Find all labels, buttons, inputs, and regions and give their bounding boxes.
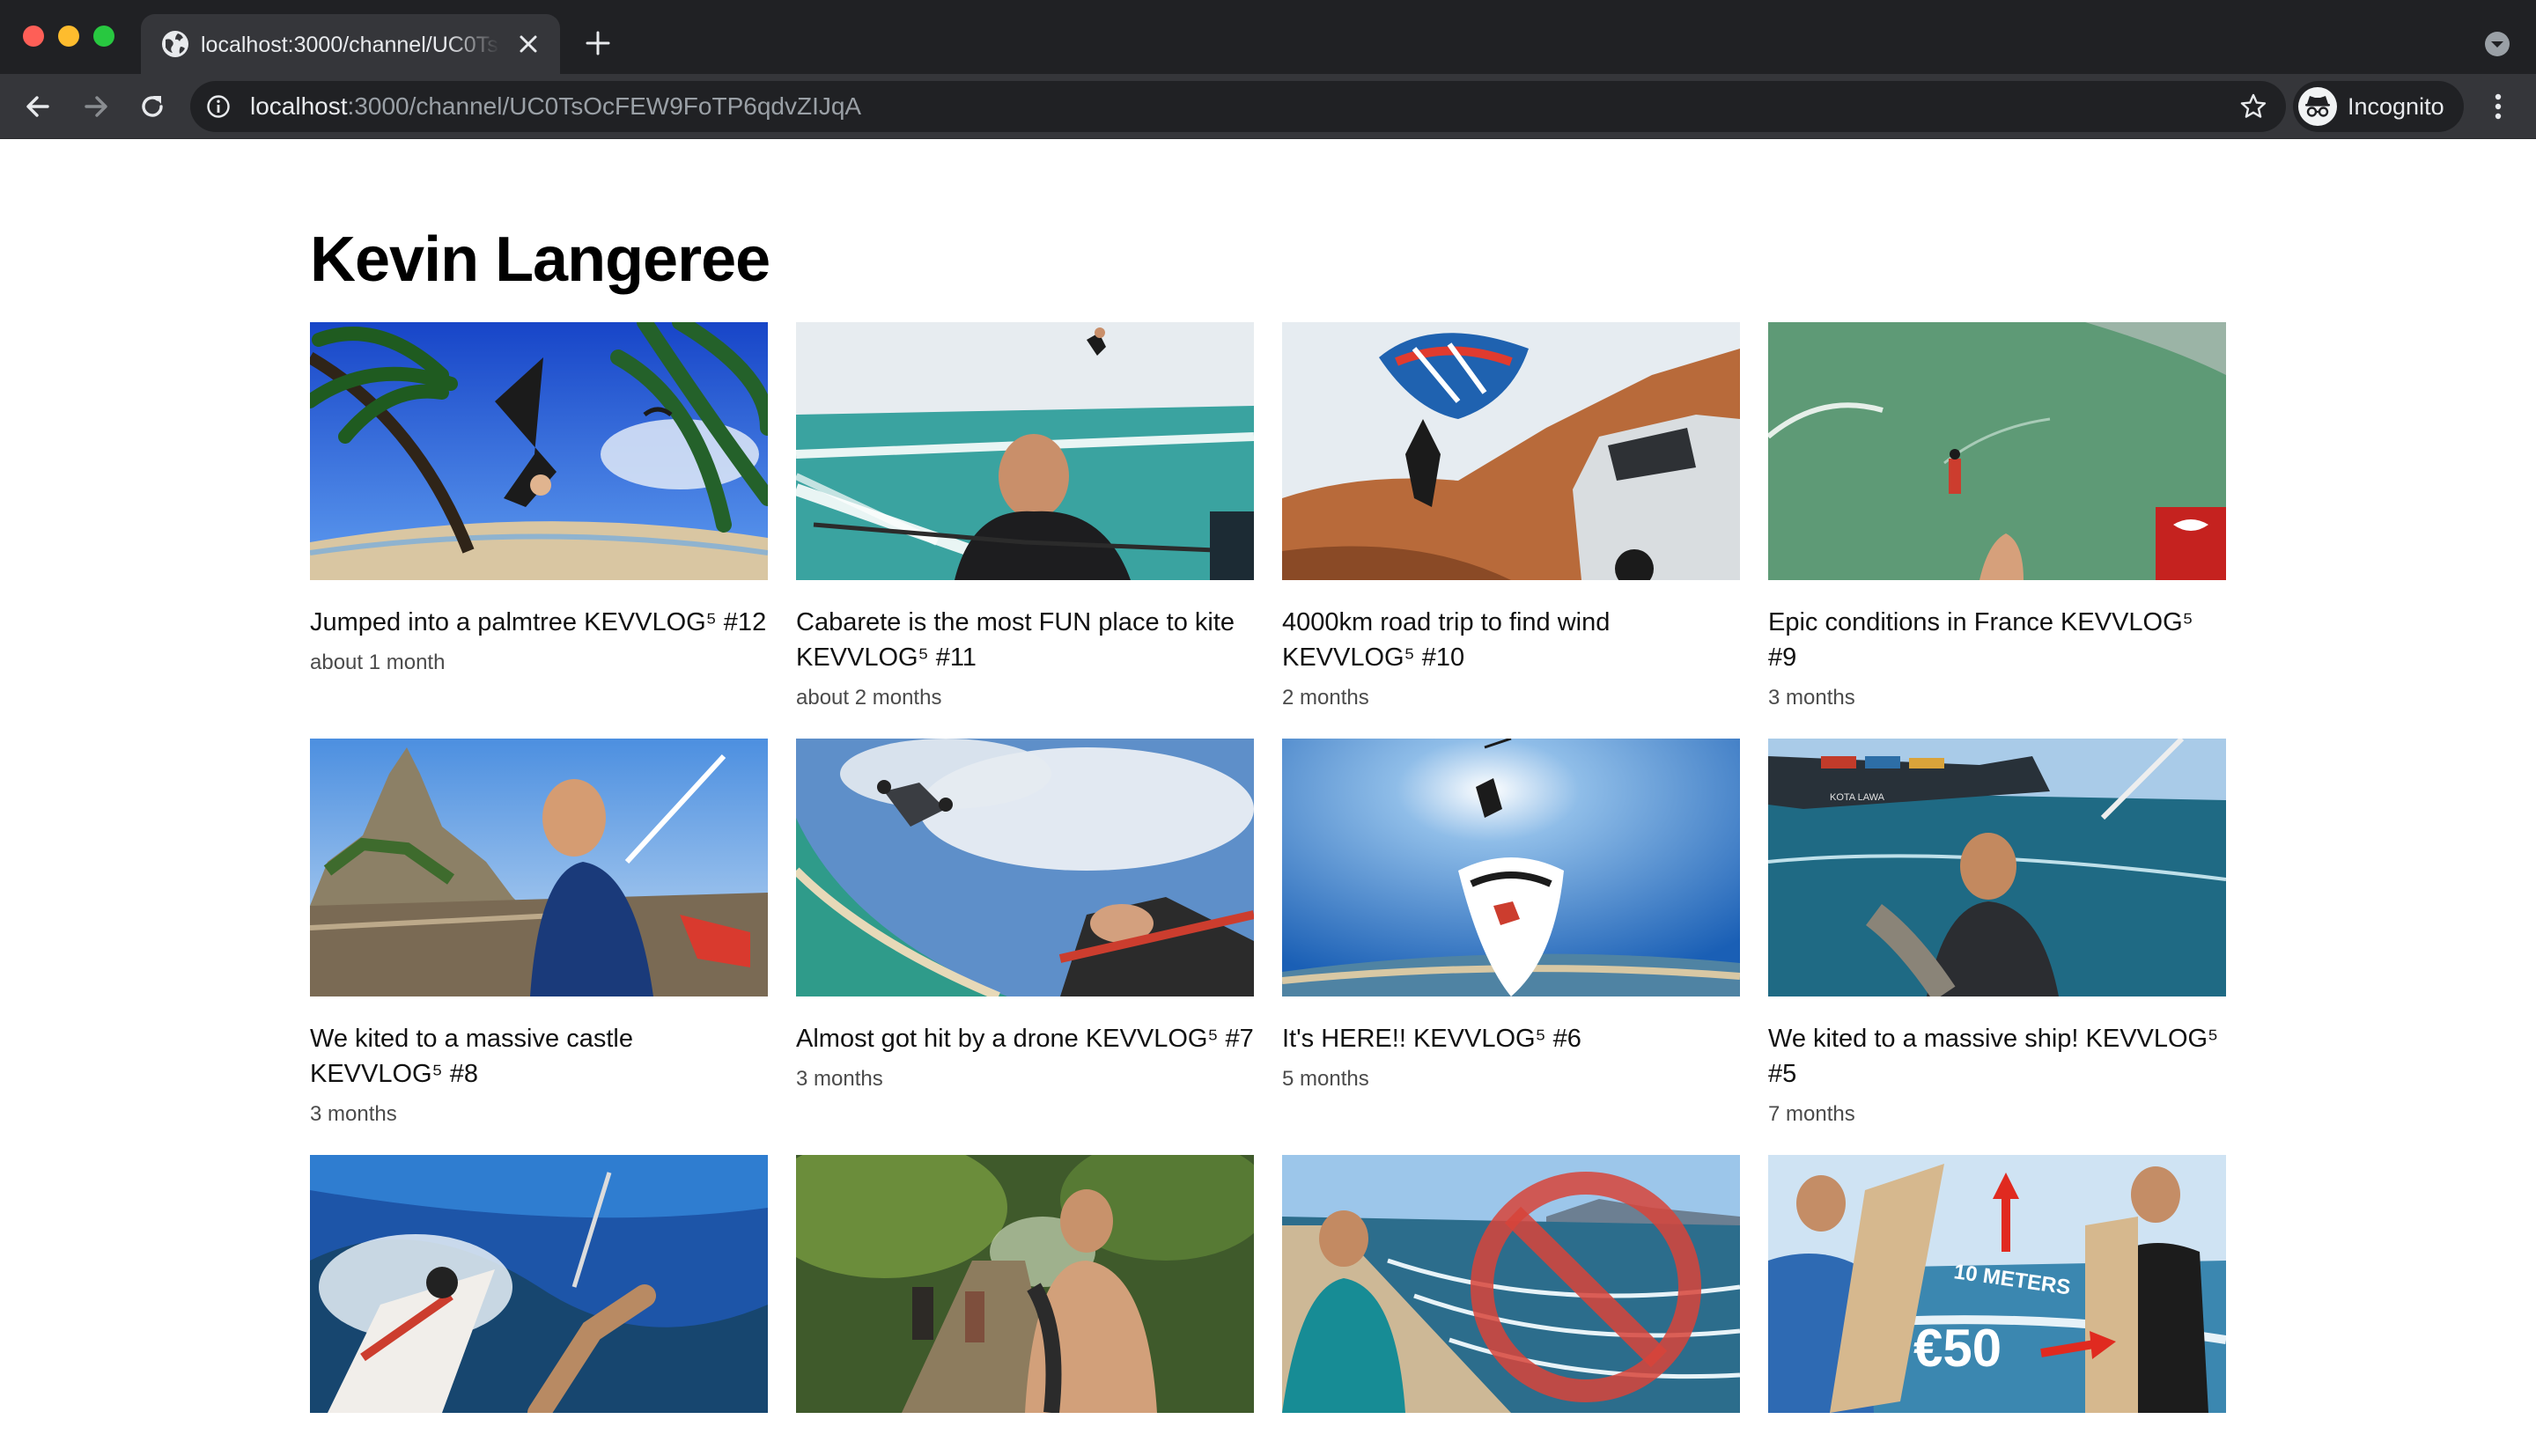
- video-card[interactable]: [796, 1155, 1254, 1438]
- video-thumbnail[interactable]: [310, 1155, 768, 1413]
- video-thumbnail[interactable]: [1282, 322, 1740, 580]
- info-icon[interactable]: [206, 94, 231, 119]
- url-path: :3000/channel/UC0TsOcFEW9FoTP6qdvZIJqA: [347, 92, 862, 120]
- video-card[interactable]: Cabarete is the most FUN place to kite K…: [796, 322, 1254, 712]
- video-title[interactable]: 4000km road trip to find wind KEVVLOG⁵ #…: [1282, 605, 1740, 675]
- thumbnail-jungle-image: [796, 1155, 1254, 1413]
- thumbnail-roadtrip-image: [1282, 322, 1740, 580]
- ship-name-text: KOTA LAWA: [1830, 792, 1885, 803]
- video-card[interactable]: 10 METERS €50: [1768, 1155, 2226, 1438]
- address-bar[interactable]: localhost:3000/channel/UC0TsOcFEW9FoTP6q…: [190, 81, 2286, 132]
- channel-title: Kevin Langeree: [310, 224, 770, 295]
- thumbnail-beach-nosign-image: [1282, 1155, 1740, 1413]
- star-icon[interactable]: [2238, 92, 2268, 121]
- tab-search-icon[interactable]: [2483, 30, 2511, 58]
- tab-title: localhost:3000/channel/UC0TsOcFEW9FoTP6q…: [201, 33, 500, 57]
- browser-tab[interactable]: localhost:3000/channel/UC0TsOcFEW9FoTP6q…: [141, 14, 560, 74]
- video-title[interactable]: Almost got hit by a drone KEVVLOG⁵ #7: [796, 1021, 1254, 1056]
- video-thumbnail[interactable]: [796, 322, 1254, 580]
- video-age: 3 months: [310, 1102, 397, 1126]
- video-thumbnail[interactable]: [1768, 322, 2226, 580]
- video-thumbnail[interactable]: [1282, 1155, 1740, 1413]
- thumbnail-spray-image: [310, 1155, 768, 1413]
- video-card[interactable]: Almost got hit by a drone KEVVLOG⁵ #7 3 …: [796, 739, 1254, 1129]
- video-age: about 2 months: [796, 686, 942, 710]
- minimize-window-button[interactable]: [58, 26, 79, 47]
- video-card[interactable]: We kited to a massive castle KEVVLOG⁵ #8…: [310, 739, 768, 1129]
- plus-icon[interactable]: [585, 30, 611, 56]
- globe-icon: [162, 31, 188, 57]
- thumbnail-cabarete-image: [796, 322, 1254, 580]
- thumbnail-wing-image: [1282, 739, 1740, 996]
- video-thumbnail[interactable]: 10 METERS €50: [1768, 1155, 2226, 1413]
- video-age: 7 months: [1768, 1102, 1855, 1126]
- video-title[interactable]: Jumped into a palmtree KEVVLOG⁵ #12: [310, 605, 768, 640]
- thumbnail-france-image: [1768, 322, 2226, 580]
- browser-toolbar: localhost:3000/channel/UC0TsOcFEW9FoTP6q…: [0, 74, 2536, 139]
- incognito-icon: [2298, 87, 2337, 126]
- video-title[interactable]: We kited to a massive ship! KEVVLOG⁵ #5: [1768, 1021, 2226, 1092]
- video-age: about 1 month: [310, 651, 446, 674]
- video-title[interactable]: Epic conditions in France KEVVLOG⁵ #9: [1768, 605, 2226, 675]
- video-age: 5 months: [1282, 1067, 1369, 1091]
- video-thumbnail[interactable]: [1282, 739, 1740, 996]
- incognito-label: Incognito: [2348, 93, 2444, 120]
- video-card[interactable]: [1282, 1155, 1740, 1438]
- url-host: localhost: [250, 92, 348, 120]
- close-window-button[interactable]: [23, 26, 44, 47]
- forward-arrow-icon[interactable]: [79, 90, 113, 123]
- url-text: localhost:3000/channel/UC0TsOcFEW9FoTP6q…: [250, 91, 861, 122]
- video-thumbnail[interactable]: KOTA LAWA: [1768, 739, 2226, 996]
- thumbnail-drone-image: [796, 739, 1254, 996]
- browser-tab-strip: localhost:3000/channel/UC0TsOcFEW9FoTP6q…: [0, 0, 2536, 74]
- thumbnail-palmtree-image: [310, 322, 768, 580]
- back-arrow-icon[interactable]: [21, 90, 55, 123]
- thumbnail-castle-image: [310, 739, 768, 996]
- video-title[interactable]: We kited to a massive castle KEVVLOG⁵ #8: [310, 1021, 768, 1092]
- thumbnail-boards-image: 10 METERS €50: [1768, 1155, 2226, 1413]
- video-card[interactable]: KOTA LAWA We kited to a massive ship! KE…: [1768, 739, 2226, 1129]
- video-title[interactable]: Cabarete is the most FUN place to kite K…: [796, 605, 1254, 675]
- video-age: 3 months: [796, 1067, 883, 1091]
- video-thumbnail[interactable]: [310, 322, 768, 580]
- video-age: 2 months: [1282, 686, 1369, 710]
- video-card[interactable]: It's HERE!! KEVVLOG⁵ #6 5 months: [1282, 739, 1740, 1129]
- video-thumbnail[interactable]: [310, 739, 768, 996]
- video-title[interactable]: It's HERE!! KEVVLOG⁵ #6: [1282, 1021, 1740, 1056]
- kebab-menu-icon[interactable]: [2485, 90, 2511, 123]
- price-overlay-text: €50: [1913, 1319, 2002, 1378]
- video-card[interactable]: 4000km road trip to find wind KEVVLOG⁵ #…: [1282, 322, 1740, 712]
- video-thumbnail[interactable]: [796, 739, 1254, 996]
- close-icon[interactable]: [516, 32, 541, 56]
- video-grid: Jumped into a palmtree KEVVLOG⁵ #12 abou…: [310, 322, 2226, 1438]
- incognito-profile-button[interactable]: Incognito: [2293, 81, 2464, 132]
- video-card[interactable]: Jumped into a palmtree KEVVLOG⁵ #12 abou…: [310, 322, 768, 712]
- video-thumbnail[interactable]: [796, 1155, 1254, 1413]
- video-card[interactable]: [310, 1155, 768, 1438]
- video-card[interactable]: Epic conditions in France KEVVLOG⁵ #9 3 …: [1768, 322, 2226, 712]
- video-age: 3 months: [1768, 686, 1855, 710]
- reload-icon[interactable]: [136, 90, 169, 123]
- zoom-window-button[interactable]: [93, 26, 114, 47]
- thumbnail-ship-image: KOTA LAWA: [1768, 739, 2226, 996]
